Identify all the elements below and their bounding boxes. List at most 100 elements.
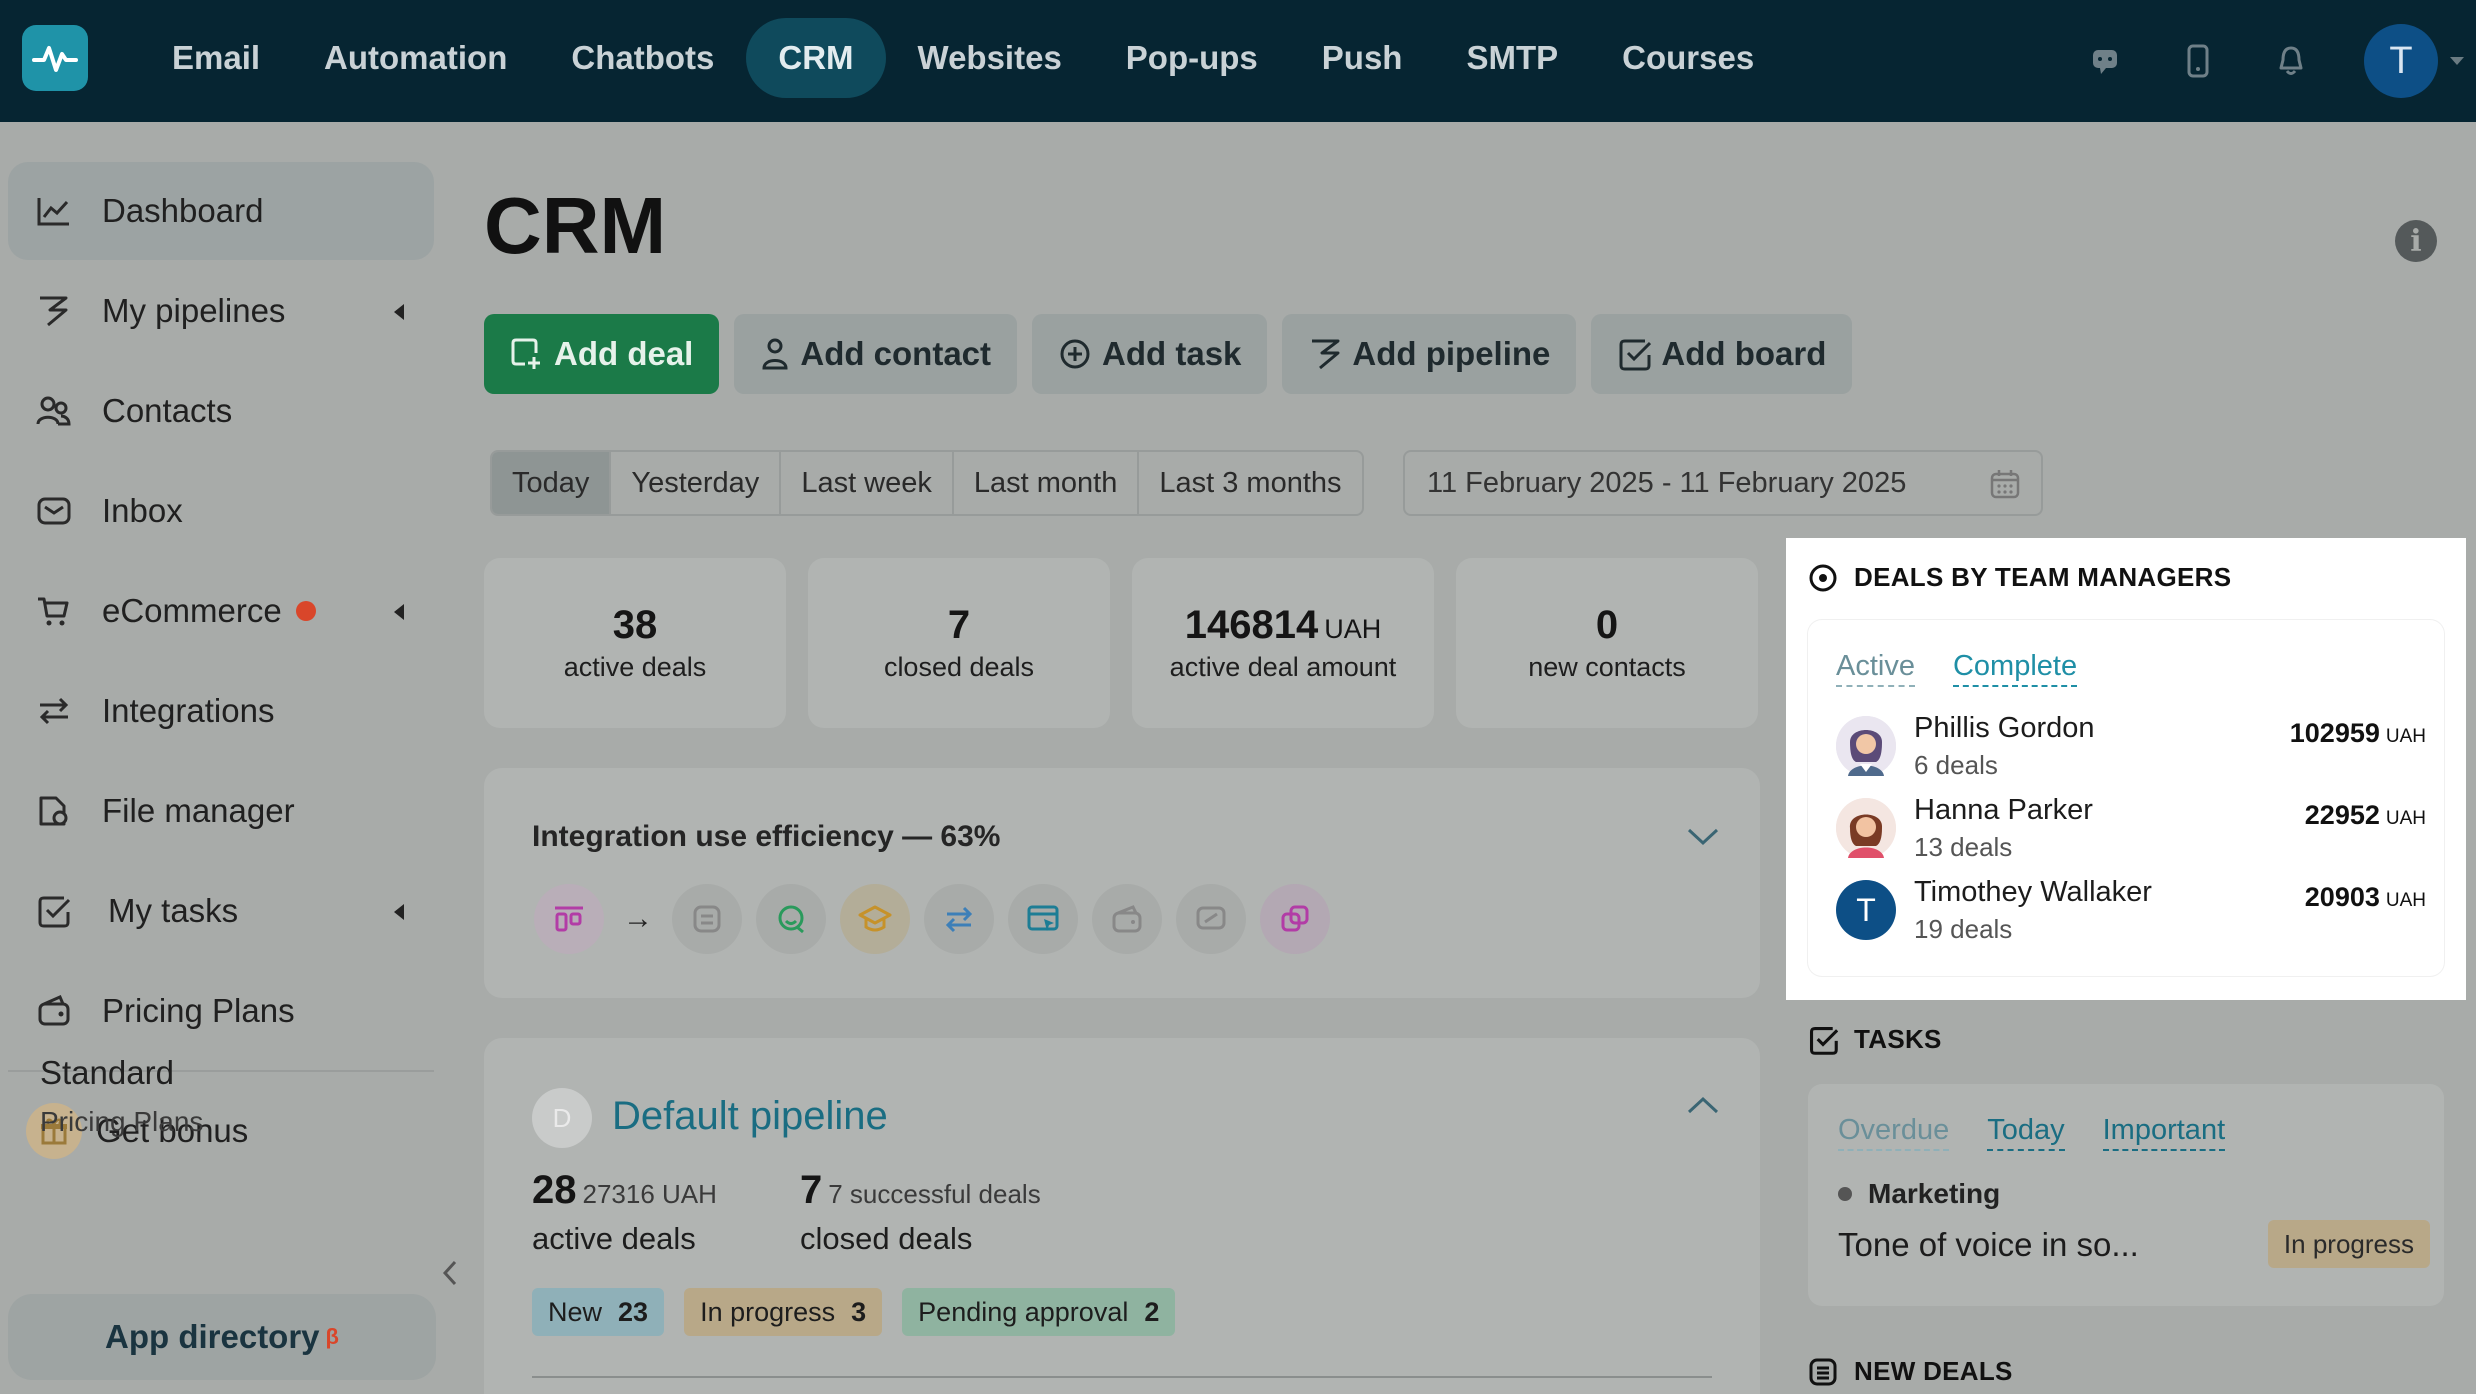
tab-active[interactable]: Active bbox=[1836, 650, 1915, 687]
form-integration-icon[interactable] bbox=[672, 884, 742, 954]
period-last-week[interactable]: Last week bbox=[781, 452, 954, 514]
stat-unit: UAH bbox=[1324, 614, 1382, 644]
pipeline-closed-caption: closed deals bbox=[800, 1221, 973, 1256]
tasks-icon bbox=[36, 891, 88, 931]
stage-chip-pending-approval[interactable]: Pending approval 2 bbox=[902, 1288, 1176, 1336]
nav-courses[interactable]: Courses bbox=[1590, 18, 1786, 98]
main-nav: Email Automation Chatbots CRM Websites P… bbox=[140, 18, 1786, 98]
nav-crm[interactable]: CRM bbox=[746, 18, 886, 98]
app-logo-icon[interactable] bbox=[22, 25, 88, 91]
add-pipeline-button[interactable]: Add pipeline bbox=[1282, 314, 1577, 394]
sidebar-item-label: My tasks bbox=[108, 892, 239, 929]
action-buttons: Add deal Add contact Add task Add pipeli… bbox=[484, 314, 1853, 394]
pipeline-active-deals: 28 27316 UAH active deals bbox=[532, 1168, 717, 1257]
plan-subtitle[interactable]: Pricing Plans bbox=[40, 1106, 203, 1138]
app-directory-button[interactable]: App directory β bbox=[8, 1294, 436, 1380]
tab-today[interactable]: Today bbox=[1987, 1114, 2065, 1151]
pipeline-name[interactable]: Default pipeline bbox=[612, 1094, 888, 1139]
period-today[interactable]: Today bbox=[492, 452, 612, 514]
manager-row[interactable]: Phillis Gordon 6 deals 102959 UAH bbox=[1836, 712, 2426, 786]
sidebar-item-my-tasks[interactable]: My tasks bbox=[8, 862, 434, 960]
sidebar-item-label: Inbox bbox=[102, 492, 183, 529]
nav-automation[interactable]: Automation bbox=[292, 18, 539, 98]
message-integration-icon[interactable] bbox=[1176, 884, 1246, 954]
managers-panel-title: DEALS BY TEAM MANAGERS bbox=[1854, 562, 2232, 592]
page-title: CRM bbox=[484, 181, 667, 270]
date-range-input[interactable]: 11 February 2025 - 11 February 2025 bbox=[1403, 450, 2043, 516]
chevron-left-icon[interactable] bbox=[394, 604, 404, 620]
pipeline-closed-count: 7 bbox=[800, 1168, 823, 1212]
sidebar-item-ecommerce[interactable]: eCommerce bbox=[8, 562, 434, 660]
chevron-up-icon[interactable] bbox=[1686, 1096, 1720, 1121]
sidebar-item-label: Dashboard bbox=[102, 192, 264, 229]
sync-integration-icon[interactable] bbox=[924, 884, 994, 954]
nav-websites[interactable]: Websites bbox=[886, 18, 1094, 98]
task-title[interactable]: Tone of voice in so... bbox=[1838, 1226, 2139, 1264]
user-avatar[interactable]: T bbox=[2364, 24, 2438, 98]
sidebar-item-dashboard[interactable]: Dashboard bbox=[8, 162, 434, 260]
add-board-button[interactable]: Add board bbox=[1591, 314, 1853, 394]
sidebar-item-my-pipelines[interactable]: My pipelines bbox=[8, 262, 434, 360]
efficiency-title: Integration use efficiency — 63% bbox=[532, 820, 1001, 853]
calendar-icon[interactable] bbox=[1989, 468, 2021, 508]
add-pipeline-label: Add pipeline bbox=[1352, 335, 1551, 372]
nav-popups[interactable]: Pop-ups bbox=[1094, 18, 1290, 98]
tab-complete[interactable]: Complete bbox=[1952, 650, 2078, 687]
nav-chatbots[interactable]: Chatbots bbox=[539, 18, 746, 98]
status-badge: In progress bbox=[2267, 1220, 2430, 1268]
add-task-button[interactable]: Add task bbox=[1032, 314, 1268, 394]
tab-overdue[interactable]: Overdue bbox=[1838, 1114, 1950, 1151]
wallet-integration-icon[interactable] bbox=[1092, 884, 1162, 954]
manager-amount: 102959 UAH bbox=[2289, 718, 2426, 748]
sidebar-item-file-manager[interactable]: File manager bbox=[8, 762, 434, 860]
sidebar-item-inbox[interactable]: Inbox bbox=[8, 462, 434, 560]
sidebar-item-contacts[interactable]: Contacts bbox=[8, 362, 434, 460]
info-icon[interactable]: i bbox=[2395, 220, 2437, 262]
add-pipeline-icon bbox=[1312, 339, 1340, 370]
chat-icon[interactable] bbox=[2085, 41, 2125, 81]
period-last-3-months[interactable]: Last 3 months bbox=[1139, 452, 1361, 514]
manager-name: Timothey Wallaker bbox=[1914, 876, 2152, 908]
collapse-sidebar-icon[interactable] bbox=[440, 1258, 460, 1293]
period-yesterday[interactable]: Yesterday bbox=[611, 452, 782, 514]
nav-email[interactable]: Email bbox=[140, 18, 292, 98]
avatar: T bbox=[1836, 880, 1896, 940]
wallet-icon bbox=[36, 991, 88, 1031]
nav-push[interactable]: Push bbox=[1290, 18, 1435, 98]
period-last-month[interactable]: Last month bbox=[954, 452, 1140, 514]
chevron-down-icon[interactable] bbox=[2450, 57, 2464, 65]
website-integration-icon[interactable] bbox=[1008, 884, 1078, 954]
pipeline-badge: D bbox=[532, 1088, 592, 1148]
chevron-left-icon[interactable] bbox=[394, 904, 404, 920]
plan-name: Standard bbox=[40, 1054, 174, 1091]
manager-name: Phillis Gordon bbox=[1914, 712, 2095, 744]
tab-important[interactable]: Important bbox=[2102, 1114, 2226, 1151]
copy-integration-icon[interactable] bbox=[1260, 884, 1330, 954]
sidebar-item-pricing-plans[interactable]: Pricing Plans bbox=[8, 962, 434, 1060]
chatbot-integration-icon[interactable] bbox=[756, 884, 826, 954]
default-pipeline-card: D Default pipeline 28 27316 UAH active de… bbox=[484, 1038, 1760, 1394]
add-deal-button[interactable]: Add deal bbox=[484, 314, 720, 394]
stat-active-deals: 38 active deals bbox=[484, 558, 786, 728]
stat-active-deal-amount: 146814 UAH active deal amount bbox=[1132, 558, 1434, 728]
tasks-icon bbox=[1809, 1026, 1838, 1055]
board-integration-icon[interactable] bbox=[534, 884, 604, 954]
stat-caption: active deal amount bbox=[1169, 652, 1397, 682]
mobile-icon[interactable] bbox=[2178, 41, 2218, 81]
courses-integration-icon[interactable] bbox=[840, 884, 910, 954]
chevron-left-icon[interactable] bbox=[394, 304, 404, 320]
sidebar-item-label: Pricing Plans bbox=[102, 992, 295, 1029]
contacts-icon bbox=[36, 391, 88, 431]
add-contact-button[interactable]: Add contact bbox=[734, 314, 1018, 394]
add-task-icon bbox=[1060, 339, 1090, 369]
sidebar-item-integrations[interactable]: Integrations bbox=[8, 662, 434, 760]
nav-smtp[interactable]: SMTP bbox=[1434, 18, 1590, 98]
date-range-value: 11 February 2025 - 11 February 2025 bbox=[1427, 466, 1907, 499]
stage-chip-new[interactable]: New 23 bbox=[532, 1288, 665, 1336]
chevron-down-icon[interactable] bbox=[1686, 826, 1720, 851]
stage-chip-in-progress[interactable]: In progress 3 bbox=[684, 1288, 883, 1336]
stat-value: 7 bbox=[947, 603, 971, 647]
manager-row[interactable]: Hanna Parker 13 deals 22952 UAH bbox=[1836, 794, 2426, 868]
manager-row[interactable]: T Timothey Wallaker 19 deals 20903 UAH bbox=[1836, 876, 2426, 950]
bell-icon[interactable] bbox=[2271, 41, 2311, 81]
